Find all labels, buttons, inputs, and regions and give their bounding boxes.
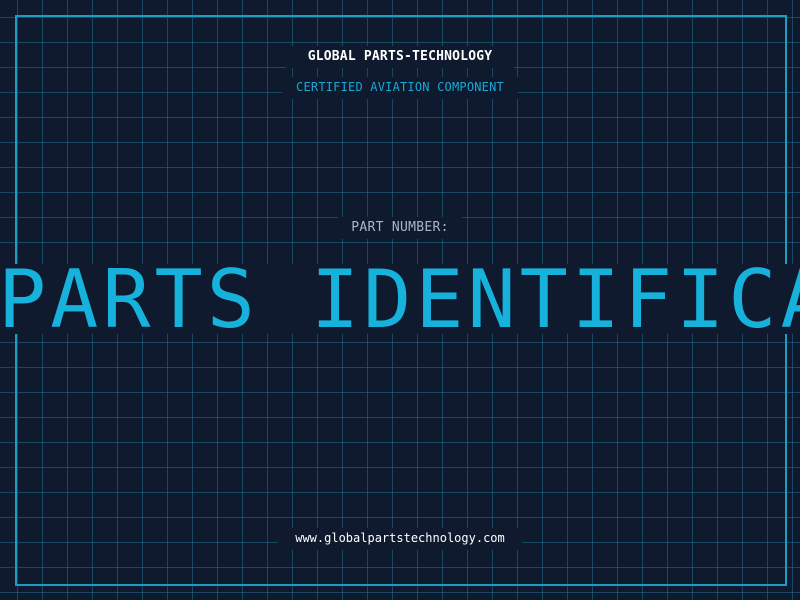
parts-card: GLOBAL PARTS-TECHNOLOGY CERTIFIED AVIATI… [0, 0, 800, 600]
headline-text: PARTS IDENTIFICATI [0, 253, 800, 346]
part-number-label: PART NUMBER: [351, 220, 449, 235]
website-url[interactable]: www.globalpartstechnology.com [0, 531, 800, 545]
certification-subtitle: CERTIFIED AVIATION COMPONENT [296, 80, 504, 94]
brand-name: GLOBAL PARTS-TECHNOLOGY [307, 49, 493, 64]
